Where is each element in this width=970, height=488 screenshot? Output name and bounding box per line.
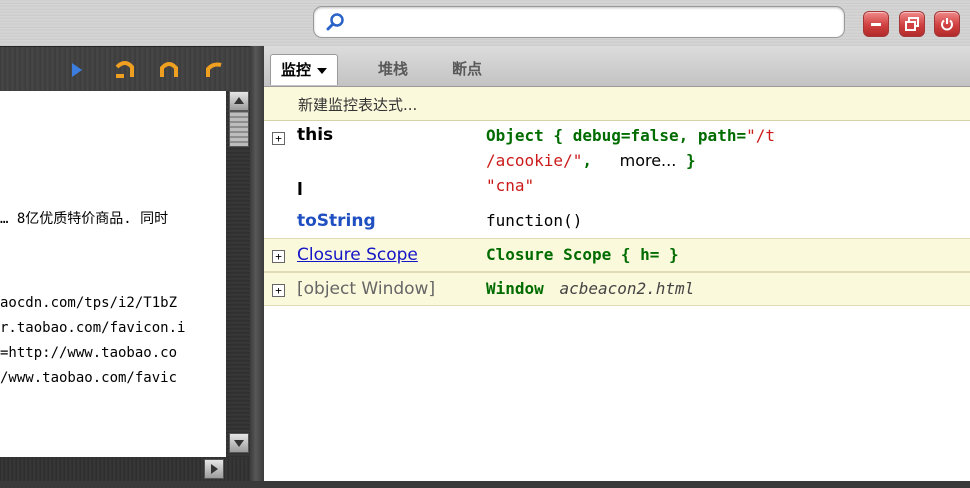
scroll-up-button[interactable]	[229, 91, 249, 111]
tab-breakpoints[interactable]: 断点	[442, 54, 492, 84]
watch-name[interactable]: [object Window]	[297, 279, 435, 299]
watch-value: Window acbeacon2.html	[486, 279, 694, 298]
restore-icon	[905, 17, 919, 31]
arrow-down-icon	[234, 440, 244, 447]
step-over-icon[interactable]	[114, 59, 136, 81]
value-string: "/t	[746, 126, 775, 145]
search-box[interactable]	[313, 6, 845, 38]
watch-name[interactable]: toString	[297, 211, 376, 231]
source-line: =http://www.taobao.co	[0, 345, 178, 361]
horizontal-scrollbar[interactable]	[0, 457, 250, 481]
source-line: /www.taobao.com/favic	[0, 370, 178, 386]
value-close-brace: }	[685, 151, 696, 170]
source-view: … 8亿优质特价商品. 同时 aocdn.com/tps/i2/T1bZ r.t…	[0, 91, 226, 457]
scroll-down-button[interactable]	[229, 433, 249, 453]
top-bar	[0, 0, 970, 46]
power-icon	[941, 18, 953, 31]
watch-name[interactable]: l	[297, 180, 303, 200]
new-watch-expression[interactable]: 新建监控表达式...	[264, 87, 970, 121]
tab-watch[interactable]: 监控	[270, 54, 339, 85]
tab-label: 监控	[281, 61, 312, 79]
value-type: Window	[486, 279, 544, 298]
status-strip	[0, 481, 970, 488]
search-input[interactable]	[350, 11, 834, 33]
tab-bar: 监控 堆栈 断点	[264, 46, 970, 87]
tab-stack[interactable]: 堆栈	[368, 54, 418, 84]
expand-icon[interactable]: +	[272, 284, 285, 297]
watch-row-l: l "cna"	[264, 176, 970, 206]
watch-value: Object { debug=false, path="/t	[486, 126, 775, 145]
step-into-icon[interactable]	[158, 59, 180, 81]
watch-row-window: + [object Window] Window acbeacon2.html	[264, 272, 970, 306]
tab-label: 堆栈	[378, 60, 409, 78]
source-line: … 8亿优质特价商品. 同时	[0, 211, 169, 227]
watch-value: function()	[486, 211, 583, 230]
value-separator: ,	[582, 151, 592, 170]
watch-value: Closure Scope { h= }	[486, 245, 679, 264]
source-line: aocdn.com/tps/i2/T1bZ	[0, 295, 178, 311]
minimize-icon	[871, 23, 881, 26]
watch-row-tostring: toString function()	[264, 208, 970, 236]
chevron-down-icon	[317, 67, 328, 74]
close-button[interactable]	[934, 11, 960, 37]
new-watch-label: 新建监控表达式...	[298, 96, 418, 114]
watch-value-line2: /acookie/", more... }	[486, 151, 696, 170]
expand-icon[interactable]: +	[272, 250, 285, 263]
search-icon	[326, 13, 344, 31]
arrow-up-icon	[234, 97, 244, 104]
watch-name[interactable]: Closure Scope	[297, 245, 418, 265]
step-out-icon[interactable]	[203, 59, 225, 81]
value-file: acbeacon2.html	[559, 279, 695, 298]
arrow-right-icon	[211, 464, 218, 474]
more-link[interactable]: more...	[620, 151, 677, 170]
source-line: r.taobao.com/favicon.i	[0, 320, 186, 336]
expand-icon[interactable]: +	[272, 132, 285, 145]
panel-splitter[interactable]	[250, 46, 264, 488]
watch-panel: 监控 堆栈 断点 新建监控表达式... + this Object { debu…	[264, 46, 970, 488]
minimize-button[interactable]	[863, 11, 889, 37]
watch-value: "cna"	[486, 176, 535, 195]
scroll-right-button[interactable]	[204, 459, 224, 479]
value-object: Object { debug=false, path=	[486, 126, 747, 145]
watch-row-closure-scope: + Closure Scope Closure Scope { h= }	[264, 238, 970, 272]
debugger-toolbar	[0, 46, 255, 92]
vertical-scrollbar[interactable]	[226, 91, 250, 457]
play-arrow-icon[interactable]	[66, 59, 88, 81]
restore-button[interactable]	[899, 11, 925, 37]
tab-label: 断点	[452, 60, 483, 78]
scroll-thumb[interactable]	[229, 111, 249, 147]
watch-name[interactable]: this	[297, 125, 333, 145]
value-string: /acookie/"	[486, 151, 583, 170]
